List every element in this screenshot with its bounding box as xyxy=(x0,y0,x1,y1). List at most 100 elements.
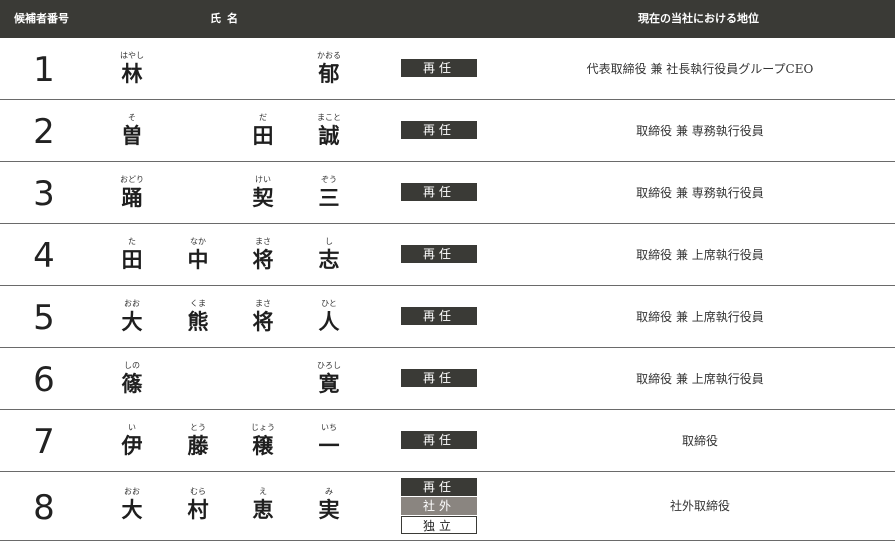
name-ruby: ぞう xyxy=(321,175,337,184)
name-char: 熊 xyxy=(187,310,209,334)
name-ruby: じょう xyxy=(251,423,275,432)
name-char: 踊 xyxy=(121,186,143,210)
name-char: 中 xyxy=(187,248,209,272)
name-ruby: むら xyxy=(190,487,206,496)
name-ruby: だ xyxy=(259,113,267,122)
status-badge: 再任 xyxy=(401,478,477,496)
name-char: 契 xyxy=(252,186,274,210)
name-ruby: おどり xyxy=(120,175,144,184)
name-kanji: ひろし寛 xyxy=(309,360,349,397)
name-kanji: え恵 xyxy=(243,486,283,523)
candidate-number: 5 xyxy=(33,298,55,338)
name-ruby: おお xyxy=(124,299,140,308)
name-kanji: み実 xyxy=(309,486,349,523)
name-char: 人 xyxy=(318,310,340,334)
status-badge: 再任 xyxy=(401,431,477,449)
name-ruby: いち xyxy=(321,423,337,432)
name-ruby: けい xyxy=(255,175,271,184)
badge-group: 再任 xyxy=(401,121,477,140)
status-badge: 社外 xyxy=(401,497,477,515)
name-kanji: むら村 xyxy=(178,486,218,523)
name-ruby: おお xyxy=(124,487,140,496)
name-kanji: とう藤 xyxy=(178,422,218,459)
table-row: 1 はやし林 かおる郁 再任 代表取締役 兼 社長執行役員グループCEO xyxy=(0,38,895,100)
name-char: 大 xyxy=(121,498,143,522)
name-kanji: し志 xyxy=(309,236,349,273)
name-kanji: おお大 xyxy=(112,486,152,523)
name-ruby: い xyxy=(128,423,136,432)
table-body: 1 はやし林かおる郁再任 代表取締役 兼 社長執行役員グループCEO 2 そ曽だ田まこと… xyxy=(0,38,895,541)
current-position: 社外取締役 xyxy=(669,499,730,513)
candidate-number: 1 xyxy=(33,50,55,90)
name-char: 将 xyxy=(252,248,274,272)
badge-group: 再任 xyxy=(401,369,477,388)
status-badge: 再任 xyxy=(401,245,477,263)
name-ruby: ひろし xyxy=(317,361,341,370)
name-char: 藤 xyxy=(187,434,209,458)
status-badge: 再任 xyxy=(401,121,477,139)
name-kanji: だ田 xyxy=(243,112,283,149)
status-badge: 再任 xyxy=(401,183,477,201)
name-char: 寛 xyxy=(318,372,340,396)
candidate-number: 8 xyxy=(33,488,55,528)
status-badge: 再任 xyxy=(401,369,477,387)
name-ruby: はやし xyxy=(120,51,144,60)
name-ruby: た xyxy=(128,237,136,246)
candidate-number: 4 xyxy=(33,236,55,276)
name-ruby: み xyxy=(325,487,333,496)
badge-group: 再任 xyxy=(401,183,477,202)
name-kanji: しの篠 xyxy=(112,360,152,397)
name-kanji: けい契 xyxy=(243,174,283,211)
current-position: 取締役 兼 上席執行役員 xyxy=(636,310,764,324)
table-row: 3 おどり踊けい契ぞう三再任 取締役 兼 専務執行役員 xyxy=(0,162,895,224)
name-ruby: そ xyxy=(128,113,136,122)
badge-group: 再任 xyxy=(401,307,477,326)
name-kanji: た田 xyxy=(112,236,152,273)
candidate-number: 6 xyxy=(33,360,55,400)
table-row: 8 おお大むら村え恵み実再任 社外 独立 社外取締役 xyxy=(0,472,895,541)
name-char: 実 xyxy=(318,498,340,522)
name-char: 将 xyxy=(252,310,274,334)
name-char: 一 xyxy=(318,434,340,458)
name-kanji: そ曽 xyxy=(112,112,152,149)
name-char: 志 xyxy=(318,248,340,272)
current-position: 取締役 兼 専務執行役員 xyxy=(636,186,764,200)
name-ruby: え xyxy=(259,487,267,496)
name-char: 穣 xyxy=(252,434,274,458)
name-ruby: とう xyxy=(190,423,206,432)
status-badge: 再任 xyxy=(401,59,477,77)
name-char: 林 xyxy=(121,62,143,86)
candidate-number: 3 xyxy=(33,174,55,214)
name-kanji: まこと誠 xyxy=(309,112,349,149)
name-kanji: じょう穣 xyxy=(243,422,283,459)
name-char: 恵 xyxy=(252,498,274,522)
name-kanji: おどり踊 xyxy=(112,174,152,211)
name-ruby: なか xyxy=(190,237,206,246)
table-row: 5 おお大 くま熊 まさ将 ひと人 再任 取締役 兼 上席執行役員 xyxy=(0,286,895,348)
name-ruby: しの xyxy=(124,361,140,370)
candidate-number: 7 xyxy=(33,422,55,462)
name-ruby: まこと xyxy=(317,113,341,122)
name-kanji: くま熊 xyxy=(178,298,218,335)
name-kanji: かおる郁 xyxy=(309,50,349,87)
name-ruby: かおる xyxy=(317,51,341,60)
table-row: 7 い伊とう藤じょう穣いち一再任 取締役 xyxy=(0,410,895,472)
candidate-number: 2 xyxy=(33,112,55,152)
name-ruby: くま xyxy=(190,299,206,308)
current-position: 取締役 兼 上席執行役員 xyxy=(636,372,764,386)
header-name: 氏名 xyxy=(210,12,244,25)
badge-group: 再任 社外 独立 xyxy=(401,478,477,535)
name-char: 曽 xyxy=(121,124,143,148)
name-char: 田 xyxy=(252,124,274,148)
name-ruby: ひと xyxy=(321,299,337,308)
name-kanji: はやし林 xyxy=(112,50,152,87)
name-char: 伊 xyxy=(121,434,143,458)
table-row: 2 そ曽だ田まこと誠再任 取締役 兼 専務執行役員 xyxy=(0,100,895,162)
name-ruby: まさ xyxy=(255,299,271,308)
name-char: 誠 xyxy=(318,124,340,148)
name-char: 郁 xyxy=(318,62,340,86)
status-badge: 独立 xyxy=(401,516,477,534)
name-char: 村 xyxy=(187,498,209,522)
header-position: 現在の当社における地位 xyxy=(638,12,759,25)
name-char: 大 xyxy=(121,310,143,334)
